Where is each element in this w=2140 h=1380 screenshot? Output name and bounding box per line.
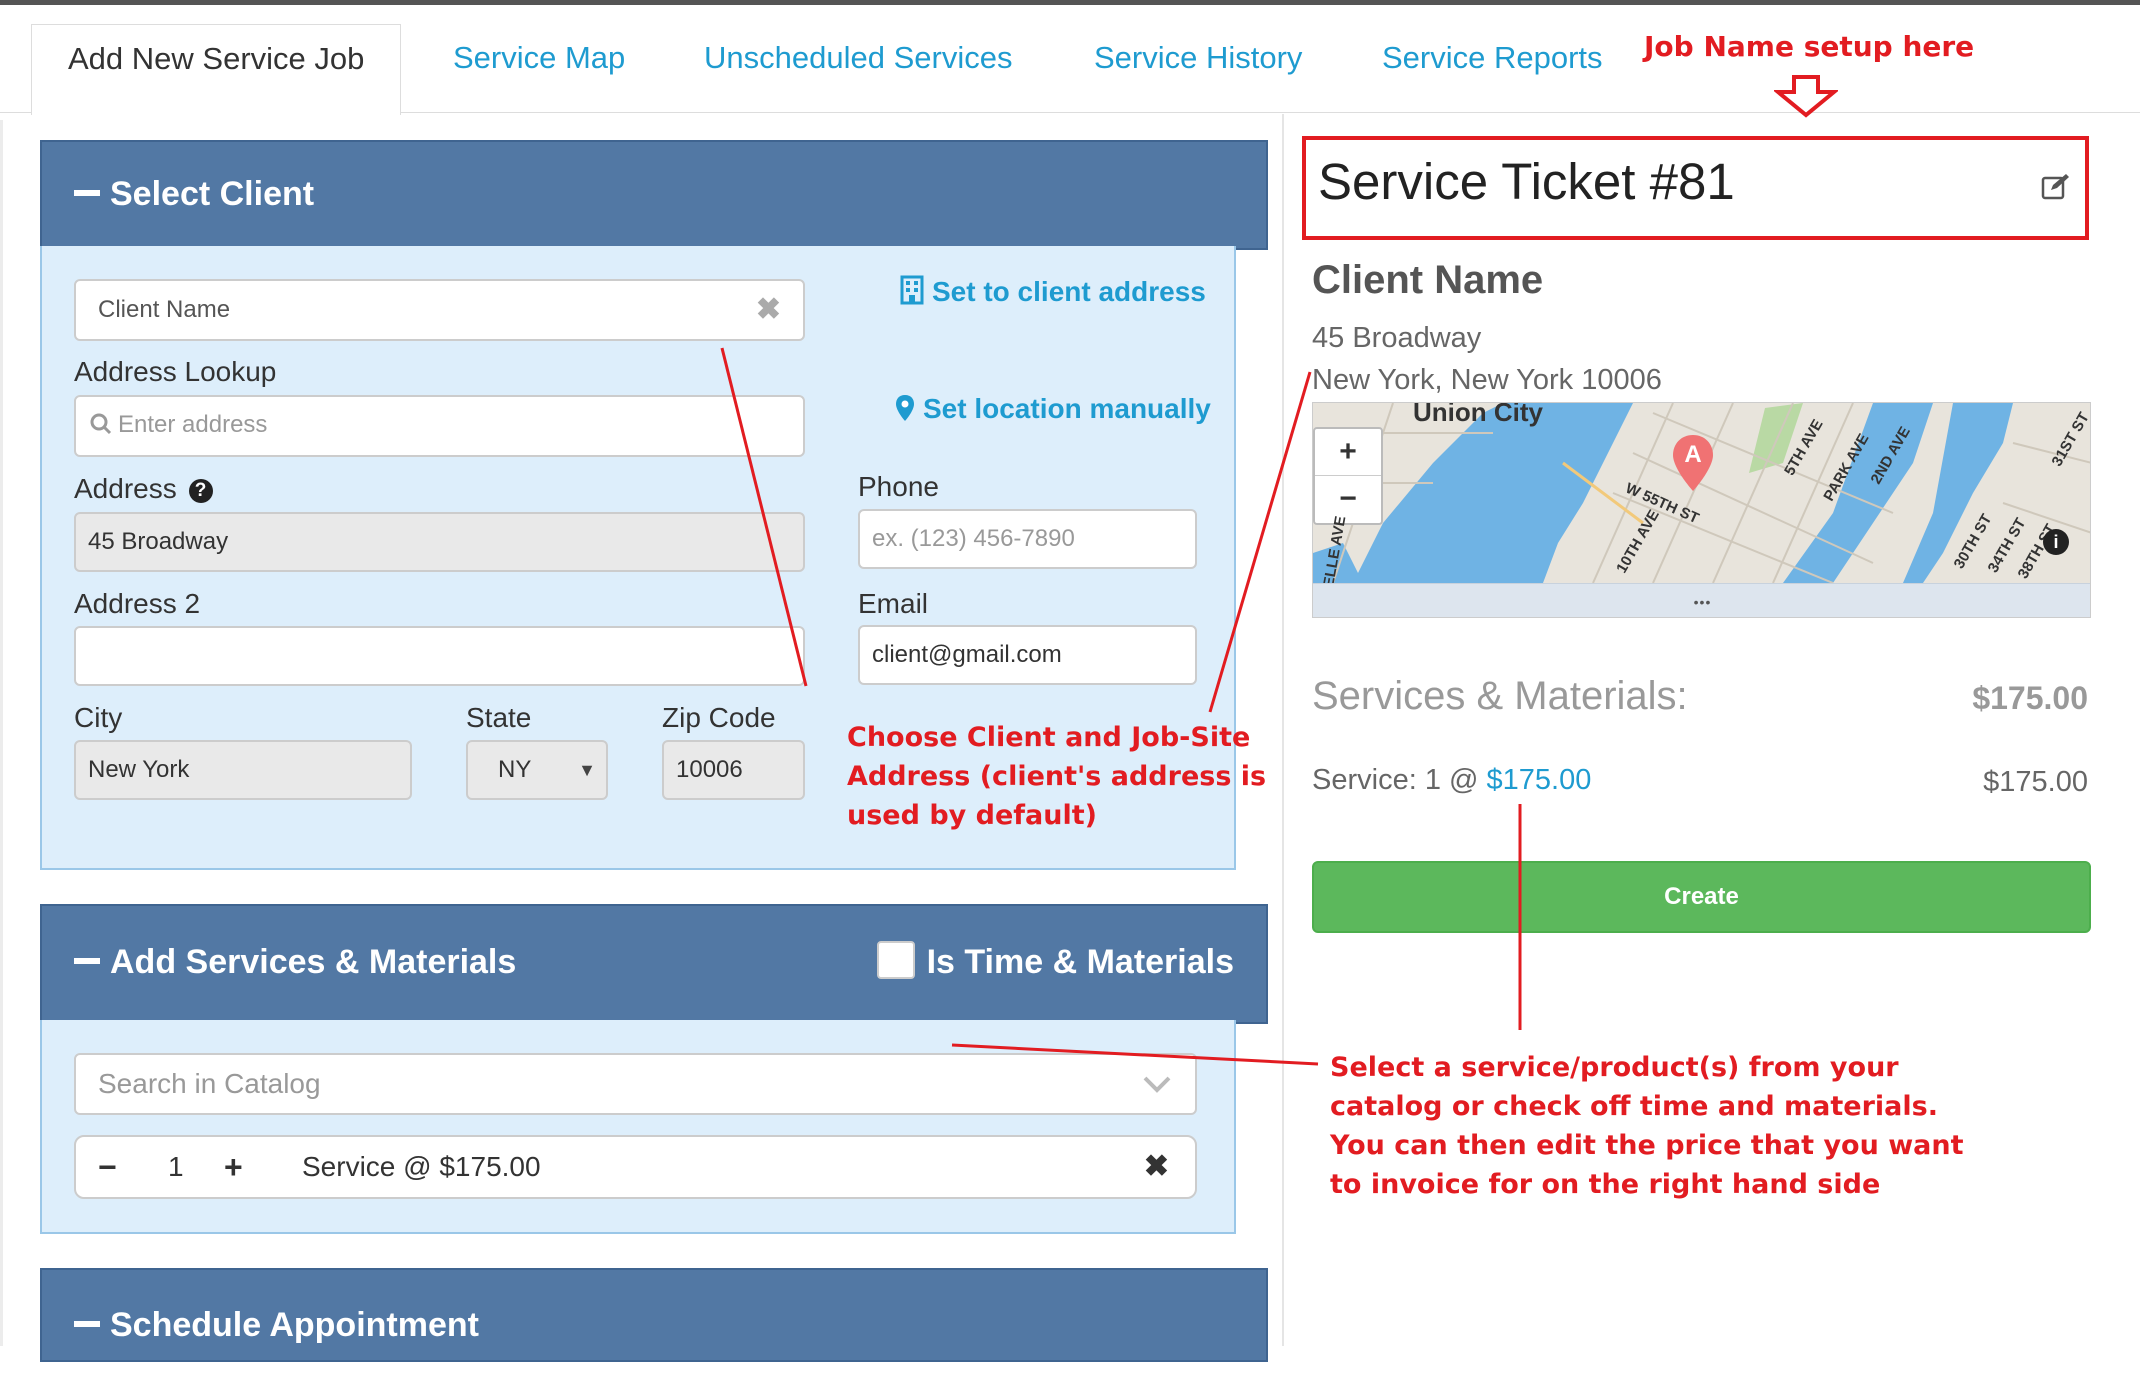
address-label: Address ? (74, 473, 213, 505)
zip-input[interactable]: 10006 (662, 740, 805, 800)
services-title: Add Services & Materials (110, 943, 517, 981)
map-expand-handle[interactable]: ••• (1313, 583, 2090, 617)
search-icon (90, 413, 112, 435)
city-label: City (74, 702, 123, 733)
client-name-input[interactable]: Client Name ✖ (74, 279, 805, 341)
map-city-label: Union City (1413, 402, 1543, 427)
window-top-border (0, 0, 2140, 5)
create-button[interactable]: Create (1312, 861, 2091, 933)
select-client-title: Select Client (110, 175, 315, 213)
service-annotation-line: catalog or check off time and materials. (1330, 1091, 1938, 1122)
client-annotation-line: used by default) (847, 800, 1097, 831)
address-lookup-placeholder: Enter address (118, 411, 268, 438)
dropdown-arrow-icon: ▼ (578, 760, 596, 780)
line-item-description: Service @ $175.00 (302, 1151, 541, 1182)
catalog-search[interactable]: Search in Catalog (74, 1053, 1197, 1115)
service-annotation-line: to invoice for on the right hand side (1330, 1169, 1881, 1200)
schedule-title: Schedule Appointment (110, 1306, 479, 1344)
increment-button[interactable]: + (224, 1137, 243, 1197)
ticket-title[interactable]: Service Ticket #81 (1318, 152, 1735, 211)
edit-icon[interactable] (2041, 172, 2071, 200)
address2-input[interactable] (74, 626, 805, 686)
tab-service-history[interactable]: Service History (1094, 24, 1302, 92)
client-annotation-line: Choose Client and Job-Site (847, 722, 1251, 753)
phone-label: Phone (858, 471, 939, 502)
tab-service-reports[interactable]: Service Reports (1382, 24, 1603, 92)
collapse-icon (74, 190, 100, 197)
schedule-header[interactable]: Schedule Appointment (40, 1268, 1268, 1362)
service-annotation-line: You can then edit the price that you wan… (1330, 1130, 1964, 1161)
quantity-value[interactable]: 1 (168, 1137, 184, 1197)
left-edge (0, 120, 3, 1346)
zip-label: Zip Code (662, 702, 776, 733)
email-label: Email (858, 588, 929, 619)
ticket-address-line1: 45 Broadway (1312, 322, 1482, 354)
clear-icon[interactable]: ✖ (756, 281, 781, 339)
map-zoom-control: + − (1313, 427, 1383, 525)
collapse-icon (74, 1321, 100, 1328)
arrow-down-icon (1774, 75, 1838, 118)
service-annotation: Select a service/product(s) from your ca… (1330, 1048, 1964, 1204)
address-label-text: Address (74, 473, 177, 504)
client-name-placeholder: Client Name (98, 296, 231, 323)
ticket-title-box: Service Ticket #81 (1302, 136, 2089, 240)
catalog-placeholder: Search in Catalog (98, 1068, 321, 1099)
collapse-icon (74, 958, 100, 965)
service-line-price-link[interactable]: $175.00 (1487, 764, 1592, 796)
select-client-header[interactable]: Select Client (40, 140, 1268, 250)
address2-label: Address 2 (74, 588, 201, 619)
set-location-manually-label: Set location manually (923, 393, 1211, 424)
info-icon[interactable]: i (2043, 529, 2069, 555)
state-label: State (466, 702, 532, 733)
set-to-client-address-link[interactable]: Set to client address (900, 275, 1206, 308)
building-icon (900, 275, 924, 305)
service-line-total: $175.00 (1983, 766, 2088, 798)
column-divider (1282, 114, 1284, 1346)
services-summary-heading: Services & Materials: (1312, 674, 1688, 718)
state-value: NY (498, 756, 532, 783)
zoom-out-button[interactable]: − (1315, 476, 1381, 522)
email-input[interactable]: client@gmail.com (858, 625, 1197, 685)
tab-unscheduled-services[interactable]: Unscheduled Services (704, 24, 1012, 92)
chevron-down-icon (1143, 1076, 1171, 1093)
service-line-item: − 1 + Service @ $175.00 ✖ (74, 1135, 1197, 1199)
remove-icon[interactable]: ✖ (1144, 1137, 1169, 1197)
service-line: Service: 1 @ $175.00 (1312, 764, 1591, 797)
time-materials-label: Is Time & Materials (926, 943, 1234, 981)
help-icon[interactable]: ? (188, 479, 213, 503)
address-input[interactable]: 45 Broadway (74, 512, 805, 572)
service-line-prefix: Service: 1 @ (1312, 764, 1479, 796)
job-name-annotation: Job Name setup here (1644, 30, 1975, 63)
tab-service-map[interactable]: Service Map (453, 24, 625, 92)
set-to-client-address-label: Set to client address (932, 276, 1206, 307)
ticket-map[interactable]: Union City + − A W 55TH ST 10TH AVE 5TH … (1312, 402, 2091, 618)
state-select[interactable]: NY ▼ (466, 740, 608, 800)
zoom-in-button[interactable]: + (1315, 429, 1381, 476)
map-marker-label: A (1684, 441, 1702, 468)
ticket-client-name: Client Name (1312, 258, 1544, 302)
phone-placeholder: ex. (123) 456-7890 (872, 525, 1075, 552)
phone-input[interactable]: ex. (123) 456-7890 (858, 509, 1197, 569)
tab-add-new-service-job[interactable]: Add New Service Job (31, 24, 402, 115)
decrement-button[interactable]: − (98, 1137, 117, 1197)
services-header[interactable]: Add Services & Materials Is Time & Mater… (40, 904, 1268, 1024)
map-pin-icon (896, 395, 914, 421)
client-annotation-line: Address (client's address is (847, 761, 1267, 792)
city-input[interactable]: New York (74, 740, 412, 800)
service-annotation-line: Select a service/product(s) from your (1330, 1052, 1899, 1083)
client-annotation: Choose Client and Job-Site Address (clie… (847, 718, 1266, 835)
time-materials-checkbox[interactable] (876, 941, 915, 979)
ticket-address-line2: New York, New York 10006 (1312, 364, 1662, 396)
time-materials-toggle[interactable]: Is Time & Materials (876, 906, 1234, 1018)
address-lookup-input[interactable]: Enter address (74, 395, 805, 457)
set-location-manually-link[interactable]: Set location manually (895, 393, 1211, 425)
services-summary-total: $175.00 (1972, 680, 2088, 716)
address-lookup-label: Address Lookup (74, 356, 277, 387)
